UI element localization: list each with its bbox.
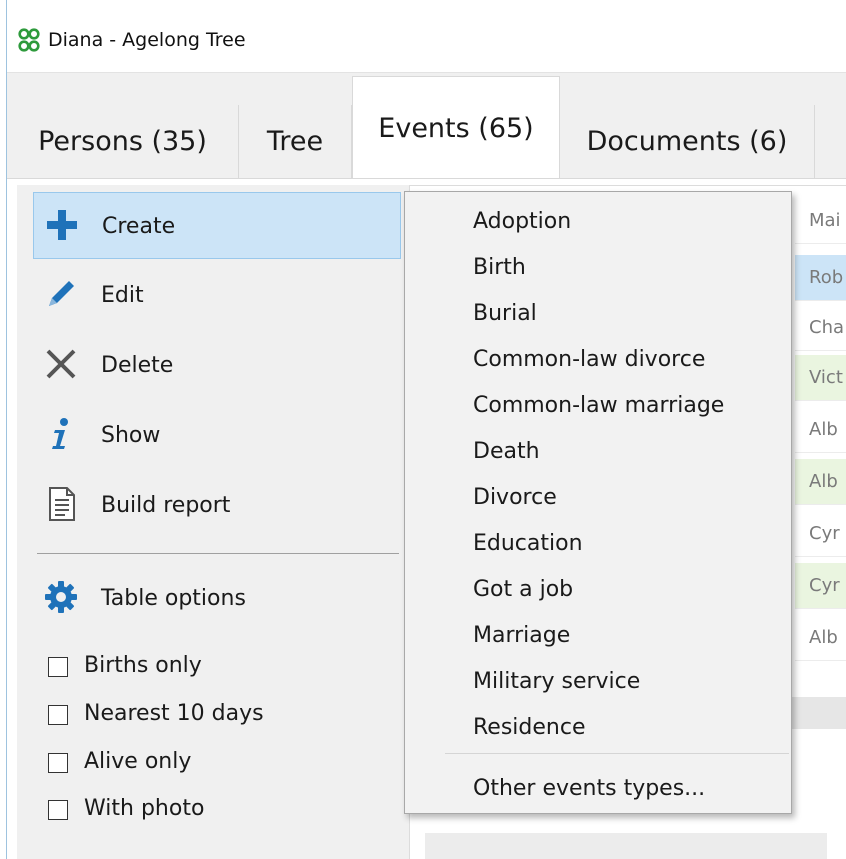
checkbox-label: With photo xyxy=(84,796,205,821)
table-row[interactable]: Cha xyxy=(795,305,846,351)
window-title: Diana - Agelong Tree xyxy=(48,29,246,51)
menu-item-burial[interactable]: Burial xyxy=(473,301,537,326)
table-options-label: Table options xyxy=(101,586,246,611)
checkbox-label: Births only xyxy=(84,653,202,678)
delete-label: Delete xyxy=(101,353,174,378)
menu-item-common-law-marriage[interactable]: Common-law marriage xyxy=(473,393,724,418)
checkbox-label: Nearest 10 days xyxy=(84,701,264,726)
show-label: Show xyxy=(101,423,161,448)
edit-button[interactable]: Edit xyxy=(33,262,401,329)
info-icon xyxy=(52,418,68,449)
tab-strip: Persons (35) Tree Events (65) Documents … xyxy=(7,73,846,179)
table-row[interactable]: Alb xyxy=(795,459,846,505)
tab-tree[interactable]: Tree xyxy=(239,105,352,178)
build-report-label: Build report xyxy=(101,493,231,518)
checkbox-box[interactable] xyxy=(48,705,68,725)
menu-item-birth[interactable]: Birth xyxy=(473,255,526,280)
table-header-cell[interactable]: Mai xyxy=(795,198,846,244)
gear-icon xyxy=(45,581,77,613)
checkbox-box[interactable] xyxy=(48,800,68,820)
checkbox-box[interactable] xyxy=(48,657,68,677)
tab-persons[interactable]: Persons (35) xyxy=(7,105,239,178)
pencil-icon xyxy=(49,281,74,306)
tab-documents[interactable]: Documents (6) xyxy=(560,105,815,178)
menu-item-other-event-types[interactable]: Other events types... xyxy=(473,776,705,801)
menu-item-military-service[interactable]: Military service xyxy=(473,669,640,694)
menu-item-got-a-job[interactable]: Got a job xyxy=(473,577,573,602)
checkbox-label: Alive only xyxy=(84,749,192,774)
table-row[interactable]: Cyr xyxy=(795,563,846,609)
menu-item-education[interactable]: Education xyxy=(473,531,583,556)
plus-icon xyxy=(47,210,77,240)
show-button[interactable]: Show xyxy=(33,402,401,469)
app-logo-icon xyxy=(18,28,40,52)
table-top-border xyxy=(410,185,846,186)
table-options-button[interactable]: Table options xyxy=(33,565,401,632)
checkbox-box[interactable] xyxy=(48,753,68,773)
menu-item-death[interactable]: Death xyxy=(473,439,540,464)
delete-button[interactable]: Delete xyxy=(33,332,401,399)
create-label: Create xyxy=(102,214,176,239)
document-icon xyxy=(49,487,75,521)
create-event-menu: Adoption Birth Burial Common-law divorce… xyxy=(404,191,792,814)
menu-item-divorce[interactable]: Divorce xyxy=(473,485,557,510)
actions-divider xyxy=(37,553,399,554)
details-panel xyxy=(425,833,827,859)
cross-icon xyxy=(46,349,76,379)
table-row[interactable]: Alb xyxy=(795,615,846,661)
create-button[interactable]: Create xyxy=(33,192,401,259)
menu-item-residence[interactable]: Residence xyxy=(473,715,585,740)
table-row[interactable]: Rob xyxy=(795,255,846,301)
table-row[interactable]: Vict xyxy=(795,355,846,401)
build-report-button[interactable]: Build report xyxy=(33,472,401,539)
menu-item-common-law-divorce[interactable]: Common-law divorce xyxy=(473,347,705,372)
menu-separator xyxy=(445,753,789,754)
tab-events[interactable]: Events (65) xyxy=(352,76,560,179)
table-row[interactable]: Alb xyxy=(795,407,846,453)
edit-label: Edit xyxy=(101,283,144,308)
menu-item-marriage[interactable]: Marriage xyxy=(473,623,570,648)
menu-item-adoption[interactable]: Adoption xyxy=(473,209,571,234)
table-row[interactable]: Cyr xyxy=(795,511,846,557)
